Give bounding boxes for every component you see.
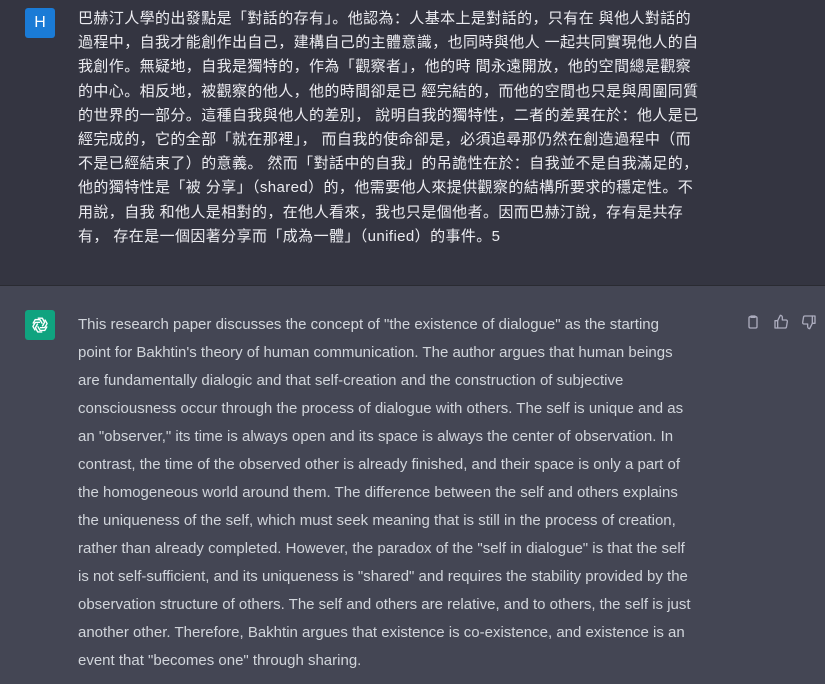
thumbs-up-button[interactable] bbox=[771, 312, 791, 332]
copy-button[interactable] bbox=[743, 312, 763, 332]
assistant-message-text: This research paper discusses the concep… bbox=[78, 316, 691, 669]
user-avatar-letter: H bbox=[34, 14, 46, 31]
copy-icon bbox=[748, 315, 758, 329]
thumbs-down-icon bbox=[802, 315, 816, 330]
message-actions bbox=[743, 312, 819, 332]
assistant-avatar bbox=[25, 310, 55, 340]
thumbs-down-button[interactable] bbox=[799, 312, 819, 332]
thumbs-up-icon bbox=[774, 314, 788, 329]
user-avatar: H bbox=[25, 8, 55, 38]
assistant-message-turn: This research paper discusses the concep… bbox=[0, 286, 825, 684]
user-message-text: 巴赫汀人學的出發點是「對話的存有」。他認為：人基本上是對話的，只有在 與他人對話… bbox=[78, 10, 699, 245]
openai-logo-icon bbox=[32, 317, 48, 333]
user-message-turn: H 巴赫汀人學的出發點是「對話的存有」。他認為：人基本上是對話的，只有在 與他人… bbox=[0, 0, 825, 286]
